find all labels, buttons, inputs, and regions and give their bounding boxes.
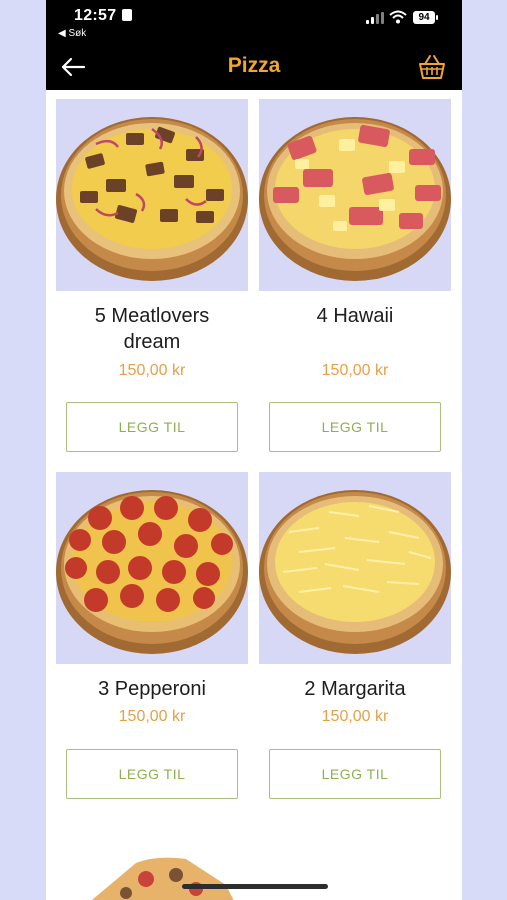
- top-nav-bar: Pizza: [46, 44, 462, 90]
- product-image[interactable]: [259, 472, 451, 664]
- product-image[interactable]: [56, 99, 248, 291]
- home-indicator[interactable]: [182, 884, 328, 889]
- product-name: 4 Hawaii: [316, 305, 394, 327]
- product-price: 150,00 kr: [118, 362, 186, 379]
- product-name: 3 Pepperoni: [98, 678, 206, 700]
- product-card[interactable]: 2 Margarita 150,00 kr LEGG TIL: [259, 472, 451, 802]
- product-card[interactable]: 3 Pepperoni 150,00 kr LEGG TIL: [56, 472, 248, 802]
- signal-icon: [366, 12, 384, 24]
- page-title: Pizza: [227, 54, 281, 77]
- app-screen: 12:57 ◀ Søk 94 Pizza 5 Meatlovers dream …: [46, 0, 462, 900]
- add-to-cart-button[interactable]: LEGG TIL: [66, 749, 238, 799]
- status-time: 12:57: [74, 7, 117, 24]
- add-to-cart-button[interactable]: LEGG TIL: [66, 402, 238, 452]
- product-name: 5 Meatlovers dream: [94, 305, 210, 353]
- product-image[interactable]: [259, 99, 451, 291]
- add-to-cart-button[interactable]: LEGG TIL: [269, 749, 441, 799]
- product-price: 150,00 kr: [118, 708, 186, 725]
- status-bar: 12:57 ◀ Søk 94: [46, 0, 462, 44]
- basket-icon[interactable]: [418, 54, 446, 80]
- product-image[interactable]: [56, 472, 248, 664]
- product-card[interactable]: 4 Hawaii 150,00 kr LEGG TIL: [259, 99, 451, 454]
- add-to-cart-button[interactable]: LEGG TIL: [269, 402, 441, 452]
- product-price: 150,00 kr: [321, 362, 389, 379]
- sim-icon: [122, 9, 132, 21]
- product-image[interactable]: [76, 845, 246, 900]
- wifi-icon: [389, 10, 407, 24]
- product-card[interactable]: 5 Meatlovers dream 150,00 kr LEGG TIL: [56, 99, 248, 454]
- battery-icon: 94: [413, 11, 438, 24]
- product-price: 150,00 kr: [321, 708, 389, 725]
- product-name: 2 Margarita: [304, 678, 406, 700]
- back-to-app-link[interactable]: ◀ Søk: [58, 28, 86, 39]
